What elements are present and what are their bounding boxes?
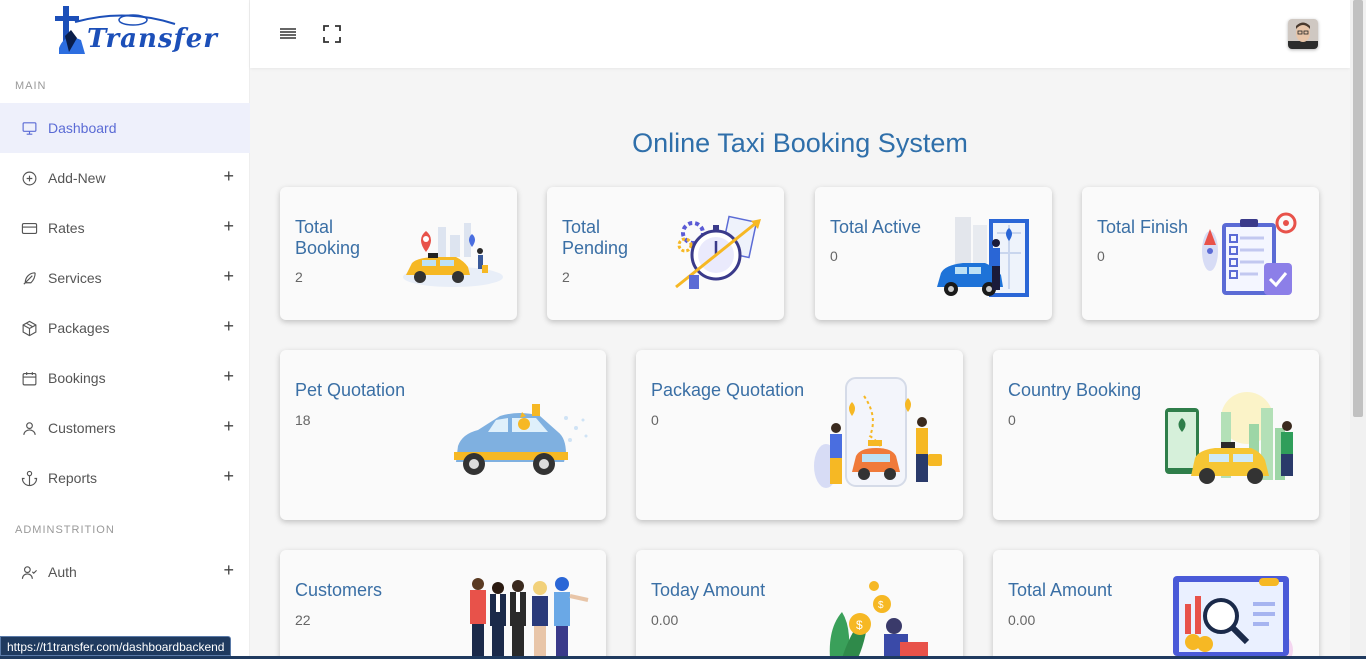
credit-card-icon xyxy=(20,219,38,237)
card-value: 0 xyxy=(1008,412,1016,428)
card-value: 18 xyxy=(295,412,311,428)
sidebar-item-services[interactable]: Services + xyxy=(0,253,250,303)
expand-icon[interactable]: + xyxy=(223,217,234,235)
sidebar: Transfer MAIN Dashboard Add-New + Rates … xyxy=(0,0,250,659)
expand-icon[interactable]: + xyxy=(223,267,234,285)
sidebar-item-add-new[interactable]: Add-New + xyxy=(0,153,250,203)
sidebar-item-auth[interactable]: Auth + xyxy=(0,547,250,597)
card-title: Total Finish xyxy=(1097,217,1189,237)
sidebar-item-label: Services xyxy=(48,270,102,286)
sidebar-item-label: Rates xyxy=(48,220,85,236)
expand-icon[interactable]: + xyxy=(223,317,234,335)
sidebar-item-label: Packages xyxy=(48,320,110,336)
plus-circle-icon xyxy=(20,169,38,187)
sidebar-item-label: Dashboard xyxy=(48,120,117,136)
card-title: Total Amount xyxy=(1008,580,1113,600)
sidebar-item-bookings[interactable]: Bookings + xyxy=(0,353,250,403)
sidebar-item-packages[interactable]: Packages + xyxy=(0,303,250,353)
people-group-icon xyxy=(464,572,594,659)
card-title: Country Booking xyxy=(1008,380,1142,400)
card-title: Total Active xyxy=(830,217,922,237)
card-title: Package Quotation xyxy=(651,380,805,400)
avatar[interactable] xyxy=(1288,19,1318,49)
city-taxi-icon xyxy=(1161,388,1301,491)
card-value: 0.00 xyxy=(1008,612,1036,628)
sidebar-item-label: Auth xyxy=(48,564,77,580)
card-value: 0.00 xyxy=(651,612,679,628)
scrollbar[interactable] xyxy=(1350,0,1366,659)
card-value: 0 xyxy=(651,412,659,428)
card-value: 2 xyxy=(295,269,303,285)
card-title: Customers xyxy=(295,580,383,600)
card-value: 0 xyxy=(830,248,838,264)
stat-card-package-quotation[interactable]: Package Quotation 0 xyxy=(636,350,963,520)
expand-icon[interactable]: + xyxy=(223,561,234,579)
sidebar-item-label: Bookings xyxy=(48,370,106,386)
sidebar-item-label: Reports xyxy=(48,470,98,486)
checklist-icon xyxy=(1198,211,1298,304)
card-value: 2 xyxy=(562,269,570,285)
stat-card-pet-quotation[interactable]: Pet Quotation 18 xyxy=(280,350,606,520)
card-title: Pet Quotation xyxy=(295,380,406,400)
svg-text:$: $ xyxy=(856,618,863,632)
fullscreen-icon[interactable] xyxy=(322,24,342,44)
card-value: 22 xyxy=(295,612,311,628)
coins-icon: $ $ xyxy=(824,578,934,659)
scroll-thumb[interactable] xyxy=(1353,0,1363,417)
status-bar-url: https://t1transfer.com/dashboardbackend xyxy=(0,636,232,656)
svg-text:$: $ xyxy=(878,600,884,611)
sidebar-item-label: Add-New xyxy=(48,170,106,186)
user-icon xyxy=(20,419,38,437)
stat-card-today-amount[interactable]: Today Amount 0.00 $ $ xyxy=(636,550,963,659)
stat-card-total-booking[interactable]: Total Booking 2 xyxy=(280,187,517,320)
expand-icon[interactable]: + xyxy=(223,467,234,485)
stat-card-customers[interactable]: Customers 22 xyxy=(280,550,606,659)
sidebar-item-reports[interactable]: Reports + xyxy=(0,453,250,503)
stat-card-country-booking[interactable]: Country Booking 0 xyxy=(993,350,1319,520)
sidebar-item-label: Customers xyxy=(48,420,116,436)
taxi-map-icon xyxy=(398,217,506,297)
stat-card-total-finish[interactable]: Total Finish 0 xyxy=(1082,187,1319,320)
analytics-icon xyxy=(1169,574,1297,659)
calendar-icon xyxy=(20,369,38,387)
logo[interactable]: Transfer xyxy=(55,2,217,58)
pet-car-icon xyxy=(448,398,593,485)
card-title: Total Booking xyxy=(295,217,361,258)
sidebar-item-customers[interactable]: Customers + xyxy=(0,403,250,453)
sidebar-item-rates[interactable]: Rates + xyxy=(0,203,250,253)
stat-card-total-amount[interactable]: Total Amount 0.00 xyxy=(993,550,1319,659)
feather-icon xyxy=(20,269,38,287)
card-title: Today Amount xyxy=(651,580,766,600)
menu-toggle-icon[interactable] xyxy=(278,24,298,44)
expand-icon[interactable]: + xyxy=(223,167,234,185)
admin-section-label: ADMINSTRITION xyxy=(15,524,115,536)
stopwatch-icon xyxy=(671,215,766,298)
main-section-label: MAIN xyxy=(15,80,47,92)
topbar xyxy=(250,0,1350,68)
anchor-icon xyxy=(20,469,38,487)
stat-card-total-pending[interactable]: Total Pending 2 xyxy=(547,187,784,320)
monitor-icon xyxy=(20,119,38,137)
phone-taxi-icon xyxy=(808,376,948,497)
package-icon xyxy=(20,319,38,337)
stat-card-total-active[interactable]: Total Active 0 xyxy=(815,187,1052,320)
expand-icon[interactable]: + xyxy=(223,417,234,435)
expand-icon[interactable]: + xyxy=(223,367,234,385)
car-driver-icon xyxy=(935,213,1033,304)
card-value: 0 xyxy=(1097,248,1105,264)
user-check-icon xyxy=(20,563,38,581)
sidebar-item-dashboard[interactable]: Dashboard xyxy=(0,103,250,153)
card-title: Total Pending xyxy=(562,217,629,258)
page-title: Online Taxi Booking System xyxy=(632,128,968,158)
logo-text: Transfer xyxy=(87,24,218,54)
